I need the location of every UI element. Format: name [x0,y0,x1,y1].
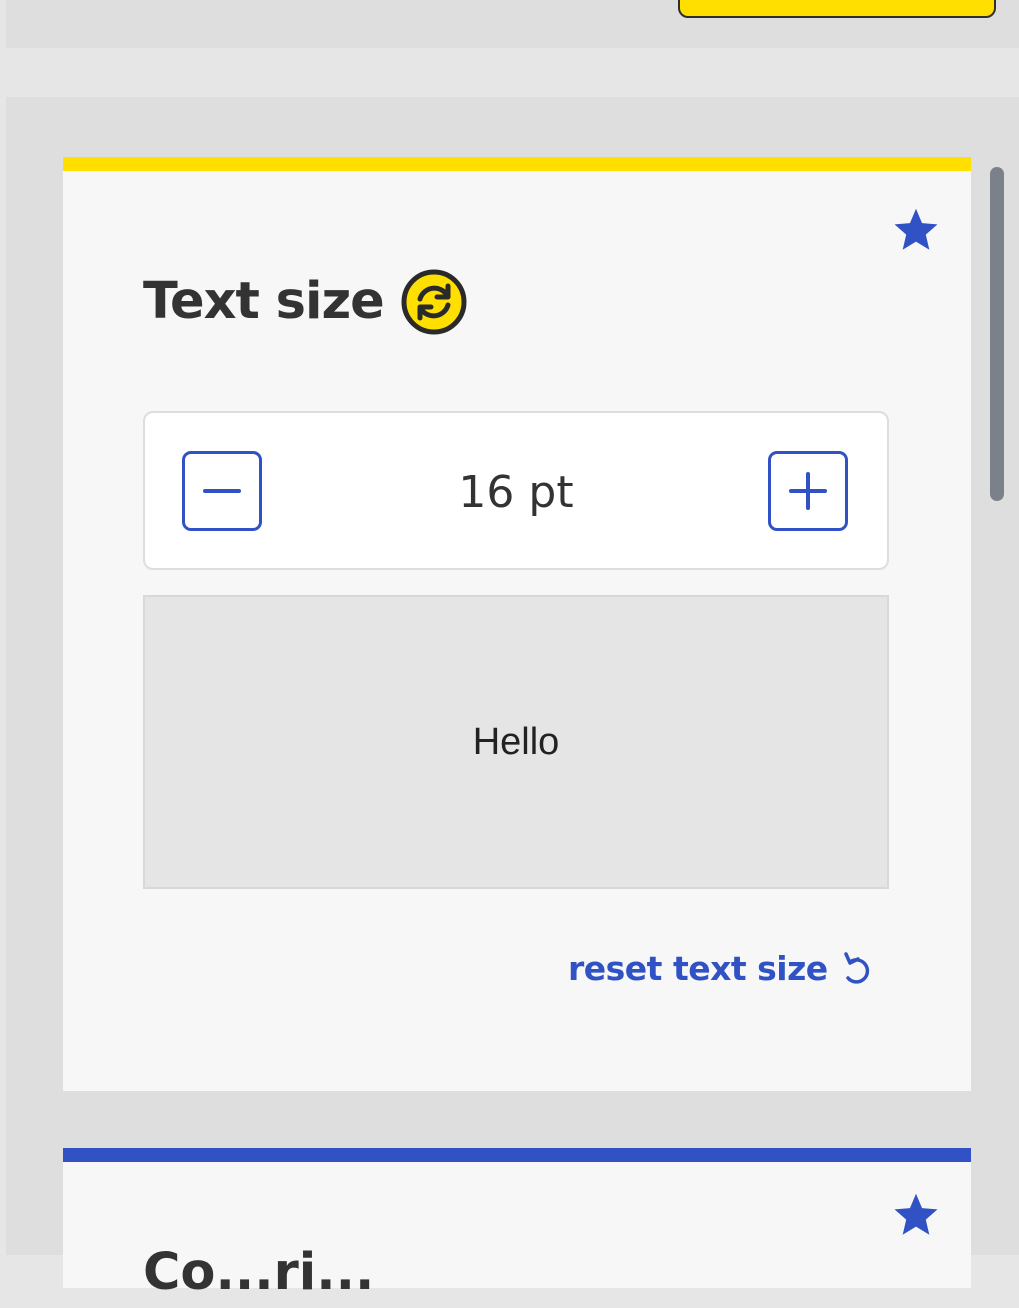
text-size-stepper: 16 pt [143,411,889,570]
next-settings-card: Co...ri... [63,1148,971,1302]
text-size-title-label: Text size [143,272,385,331]
text-size-title: Text size [143,267,468,337]
plus-square-icon [789,472,827,510]
star-icon[interactable] [891,1190,941,1240]
star-icon[interactable] [891,205,941,255]
text-size-preview: Hello [143,595,889,889]
text-size-card: Text size 16 pt Hello reset text size [63,157,971,1091]
top-bar [6,0,1019,48]
scrollbar[interactable] [990,167,1004,501]
undo-icon [840,950,872,988]
sync-icon [400,268,468,336]
top-action-button[interactable] [678,0,996,18]
reset-text-size-label: reset text size [568,949,828,988]
preview-text: Hello [472,720,560,763]
increase-size-button[interactable] [768,451,848,531]
reset-text-size-link[interactable]: reset text size [568,949,872,988]
next-card-title: Co...ri... [143,1243,375,1302]
